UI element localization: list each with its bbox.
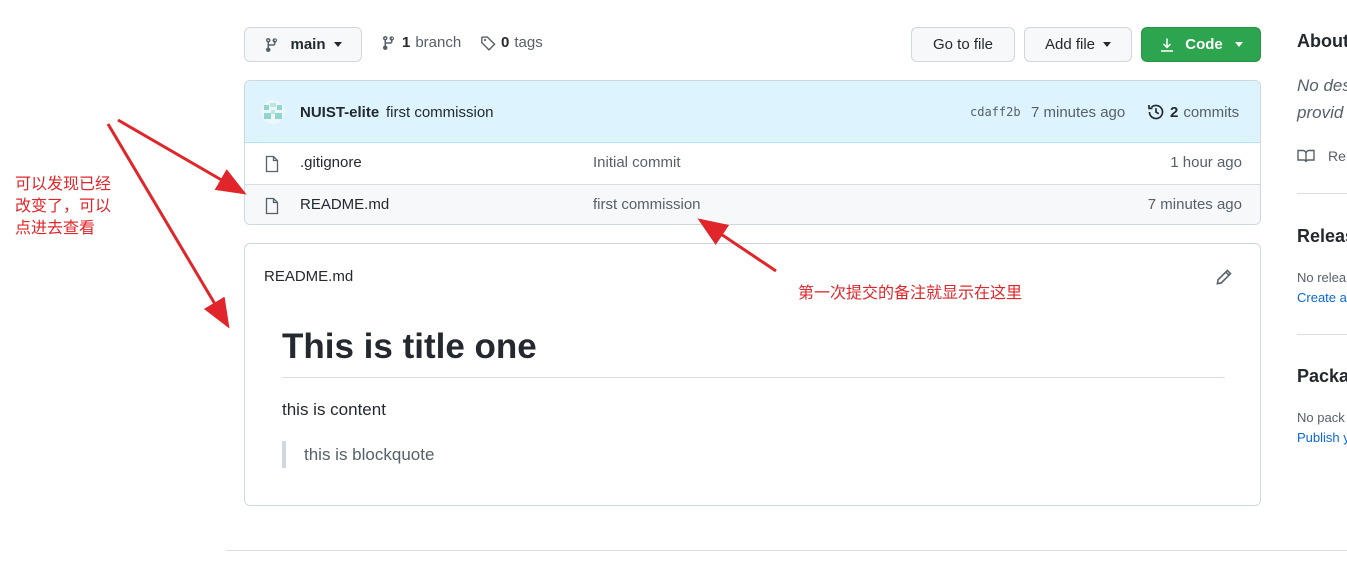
add-file-label: Add file [1044, 36, 1096, 53]
tag-count: 0 [501, 34, 510, 51]
chevron-down-icon [333, 42, 342, 47]
chevron-down-icon [1234, 42, 1243, 47]
releases-title[interactable]: Releas [1297, 226, 1347, 247]
readme-panel: README.md This is title one this is cont… [244, 243, 1261, 506]
sidebar-divider [1297, 193, 1347, 194]
file-row[interactable]: README.md first commission 7 minutes ago [245, 184, 1260, 224]
packages-title[interactable]: Packa [1297, 366, 1347, 387]
history-icon [1148, 104, 1164, 120]
branch-count: 1 [402, 34, 411, 51]
file-row[interactable]: .gitignore Initial commit 1 hour ago [245, 143, 1260, 184]
file-commit-message[interactable]: Initial commit [593, 154, 681, 171]
tags-link[interactable]: 0 tags [480, 34, 543, 51]
readme-heading: This is title one [282, 327, 537, 366]
tag-icon [481, 35, 496, 51]
go-to-file-label: Go to file [932, 36, 994, 53]
annotation-left-note: 可以发现已经 改变了，可以 点进去查看 [15, 173, 111, 239]
annotation-right-note: 第一次提交的备注就显示在这里 [798, 283, 1023, 302]
commit-message[interactable]: first commission [386, 104, 494, 121]
download-icon [1161, 38, 1174, 52]
readme-paragraph: this is content [282, 400, 386, 419]
annotation-left-line-1: 可以发现已经 [15, 174, 112, 193]
file-name[interactable]: .gitignore [300, 154, 362, 171]
annotation-left-line-3: 点进去查看 [15, 218, 96, 237]
code-label: Code [1185, 36, 1223, 53]
commits-count: 2 [1170, 103, 1179, 121]
commit-sha[interactable]: cdaff2b [970, 105, 1021, 119]
file-commit-message[interactable]: first commission [593, 196, 701, 213]
page-divider [226, 550, 1347, 551]
commit-time: 7 minutes ago [1031, 104, 1126, 121]
latest-commit-bar: NUIST-elite first commission cdaff2b 7 m… [245, 81, 1260, 143]
arrow-to-readme-row [117, 118, 247, 195]
about-description-line-2: provid [1297, 103, 1344, 122]
branch-select-button[interactable]: main [244, 27, 362, 62]
blockquote-bar [282, 441, 286, 468]
tag-word: tags [514, 34, 543, 51]
chevron-down-icon [1103, 42, 1112, 47]
file-icon [265, 155, 279, 173]
readme-blockquote: this is blockquote [304, 445, 435, 464]
pencil-icon[interactable] [1215, 268, 1233, 286]
releases-empty-text: No relea [1297, 270, 1347, 285]
publish-package-link[interactable]: Publish y [1297, 430, 1347, 445]
about-description-line-1: No des [1297, 76, 1347, 95]
readme-link-label: Re [1328, 148, 1346, 164]
code-button[interactable]: Code [1141, 27, 1261, 62]
readme-link[interactable]: Re [1297, 148, 1346, 164]
file-icon [265, 197, 279, 215]
branch-select-label: main [290, 36, 326, 53]
arrow-to-readme-panel [106, 123, 230, 329]
avatar[interactable] [261, 100, 285, 124]
file-time: 7 minutes ago [1147, 196, 1242, 213]
readme-filename[interactable]: README.md [264, 268, 353, 285]
sidebar-divider [1297, 334, 1347, 335]
commit-author[interactable]: NUIST-elite [300, 104, 379, 121]
branch-word: branch [415, 34, 462, 51]
file-name[interactable]: README.md [300, 196, 389, 213]
file-browser: NUIST-elite first commission cdaff2b 7 m… [244, 80, 1261, 225]
commits-link[interactable]: 2 commits [1147, 103, 1239, 121]
file-time: 1 hour ago [1170, 154, 1242, 171]
commits-word: commits [1183, 103, 1240, 121]
git-branch-icon [383, 35, 394, 50]
packages-empty-text: No pack [1297, 410, 1345, 425]
about-title: About [1297, 31, 1347, 51]
go-to-file-button[interactable]: Go to file [911, 27, 1015, 62]
heading-divider [282, 377, 1225, 378]
add-file-button[interactable]: Add file [1024, 27, 1132, 62]
create-release-link[interactable]: Create a [1297, 290, 1347, 305]
annotation-left-line-2: 改变了，可以 [15, 196, 112, 215]
book-icon [1297, 149, 1315, 163]
git-branch-icon [266, 37, 278, 52]
branches-link[interactable]: 1 branch [381, 34, 461, 51]
